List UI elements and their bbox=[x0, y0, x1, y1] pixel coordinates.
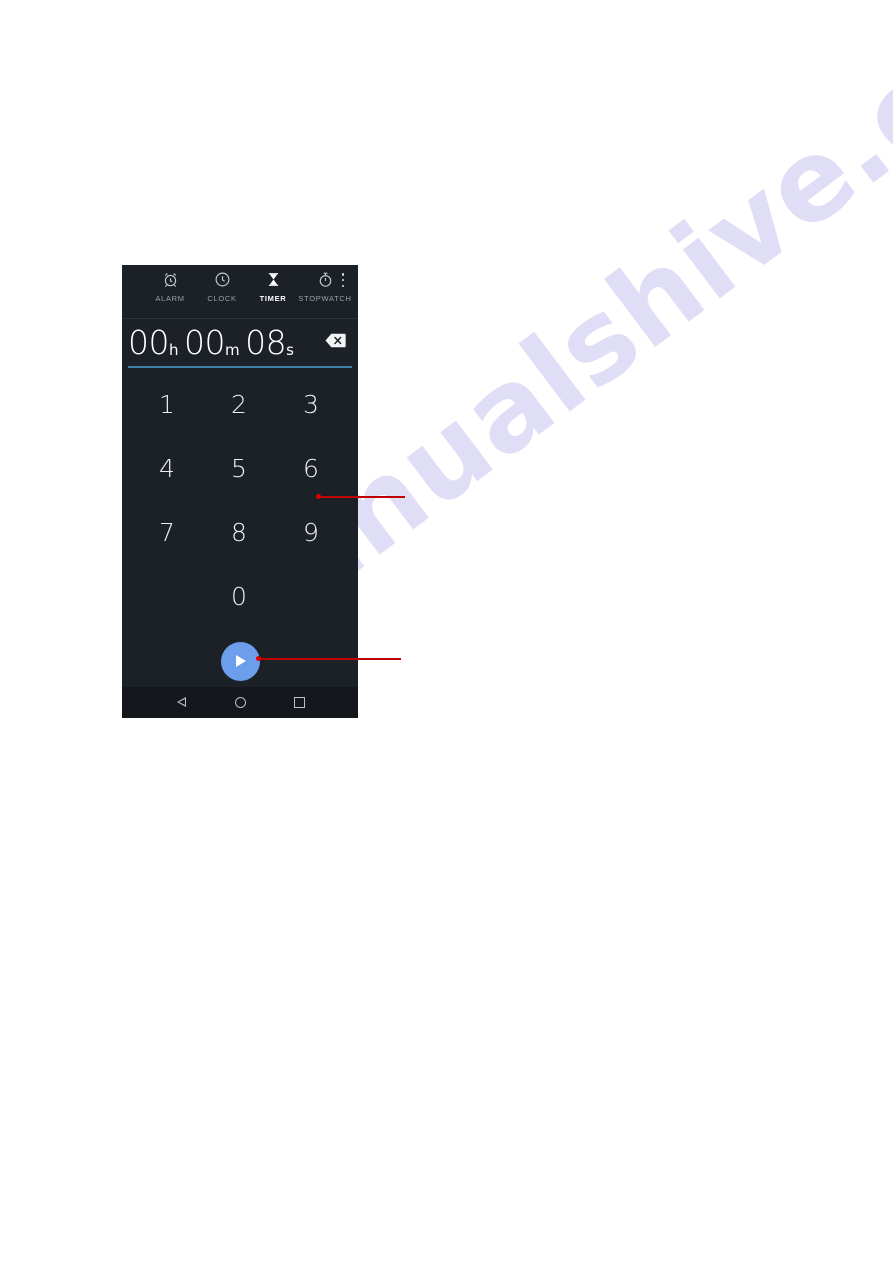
timer-underline bbox=[128, 366, 352, 368]
nav-back-glyph bbox=[177, 697, 186, 707]
timer-seconds: 08 bbox=[245, 323, 287, 362]
keypad-key-2[interactable]: 2 bbox=[200, 373, 278, 437]
overflow-dot bbox=[341, 273, 345, 276]
play-icon bbox=[236, 655, 246, 667]
keypad-key-6[interactable]: 6 bbox=[272, 437, 350, 501]
nav-recents-icon[interactable] bbox=[279, 687, 319, 718]
timer-keypad: 1 2 3 4 5 6 7 8 9 0 bbox=[122, 369, 358, 661]
keypad-key-0[interactable]: 0 bbox=[200, 565, 278, 629]
overflow-dot bbox=[341, 278, 345, 282]
clock-app-tabbar: ALARM CLOCK TIMER STOPWATCH bbox=[122, 265, 358, 319]
android-navigation-bar bbox=[122, 687, 358, 718]
timer-display: 00h 00m 08s bbox=[122, 319, 358, 368]
backspace-icon[interactable] bbox=[325, 333, 346, 348]
keypad-key-3[interactable]: 3 bbox=[272, 373, 350, 437]
keypad-key-7[interactable]: 7 bbox=[128, 501, 206, 565]
keypad-key-9[interactable]: 9 bbox=[272, 501, 350, 565]
keypad-key-4[interactable]: 4 bbox=[128, 437, 206, 501]
timer-minutes-unit: m bbox=[225, 341, 240, 359]
nav-home-icon[interactable] bbox=[220, 687, 260, 718]
timer-value: 00h 00m 08s bbox=[128, 323, 299, 362]
nav-back-icon[interactable] bbox=[162, 687, 202, 718]
keypad-key-8[interactable]: 8 bbox=[200, 501, 278, 565]
overflow-dot bbox=[341, 284, 345, 288]
keypad-key-5[interactable]: 5 bbox=[200, 437, 278, 501]
tab-stopwatch-label: STOPWATCH bbox=[298, 294, 352, 303]
nav-home-glyph bbox=[235, 697, 246, 708]
start-timer-button[interactable] bbox=[221, 642, 260, 681]
timer-seconds-unit: s bbox=[286, 341, 294, 359]
timer-minutes: 00 bbox=[184, 323, 226, 362]
device-screenshot: ALARM CLOCK TIMER STOPWATCH 00h 00m 08s … bbox=[122, 265, 358, 718]
timer-hours-unit: h bbox=[169, 341, 179, 359]
nav-recents-glyph bbox=[294, 697, 305, 708]
keypad-key-1[interactable]: 1 bbox=[128, 373, 206, 437]
more-vertical-icon[interactable] bbox=[336, 273, 350, 293]
timer-hours: 00 bbox=[128, 323, 170, 362]
